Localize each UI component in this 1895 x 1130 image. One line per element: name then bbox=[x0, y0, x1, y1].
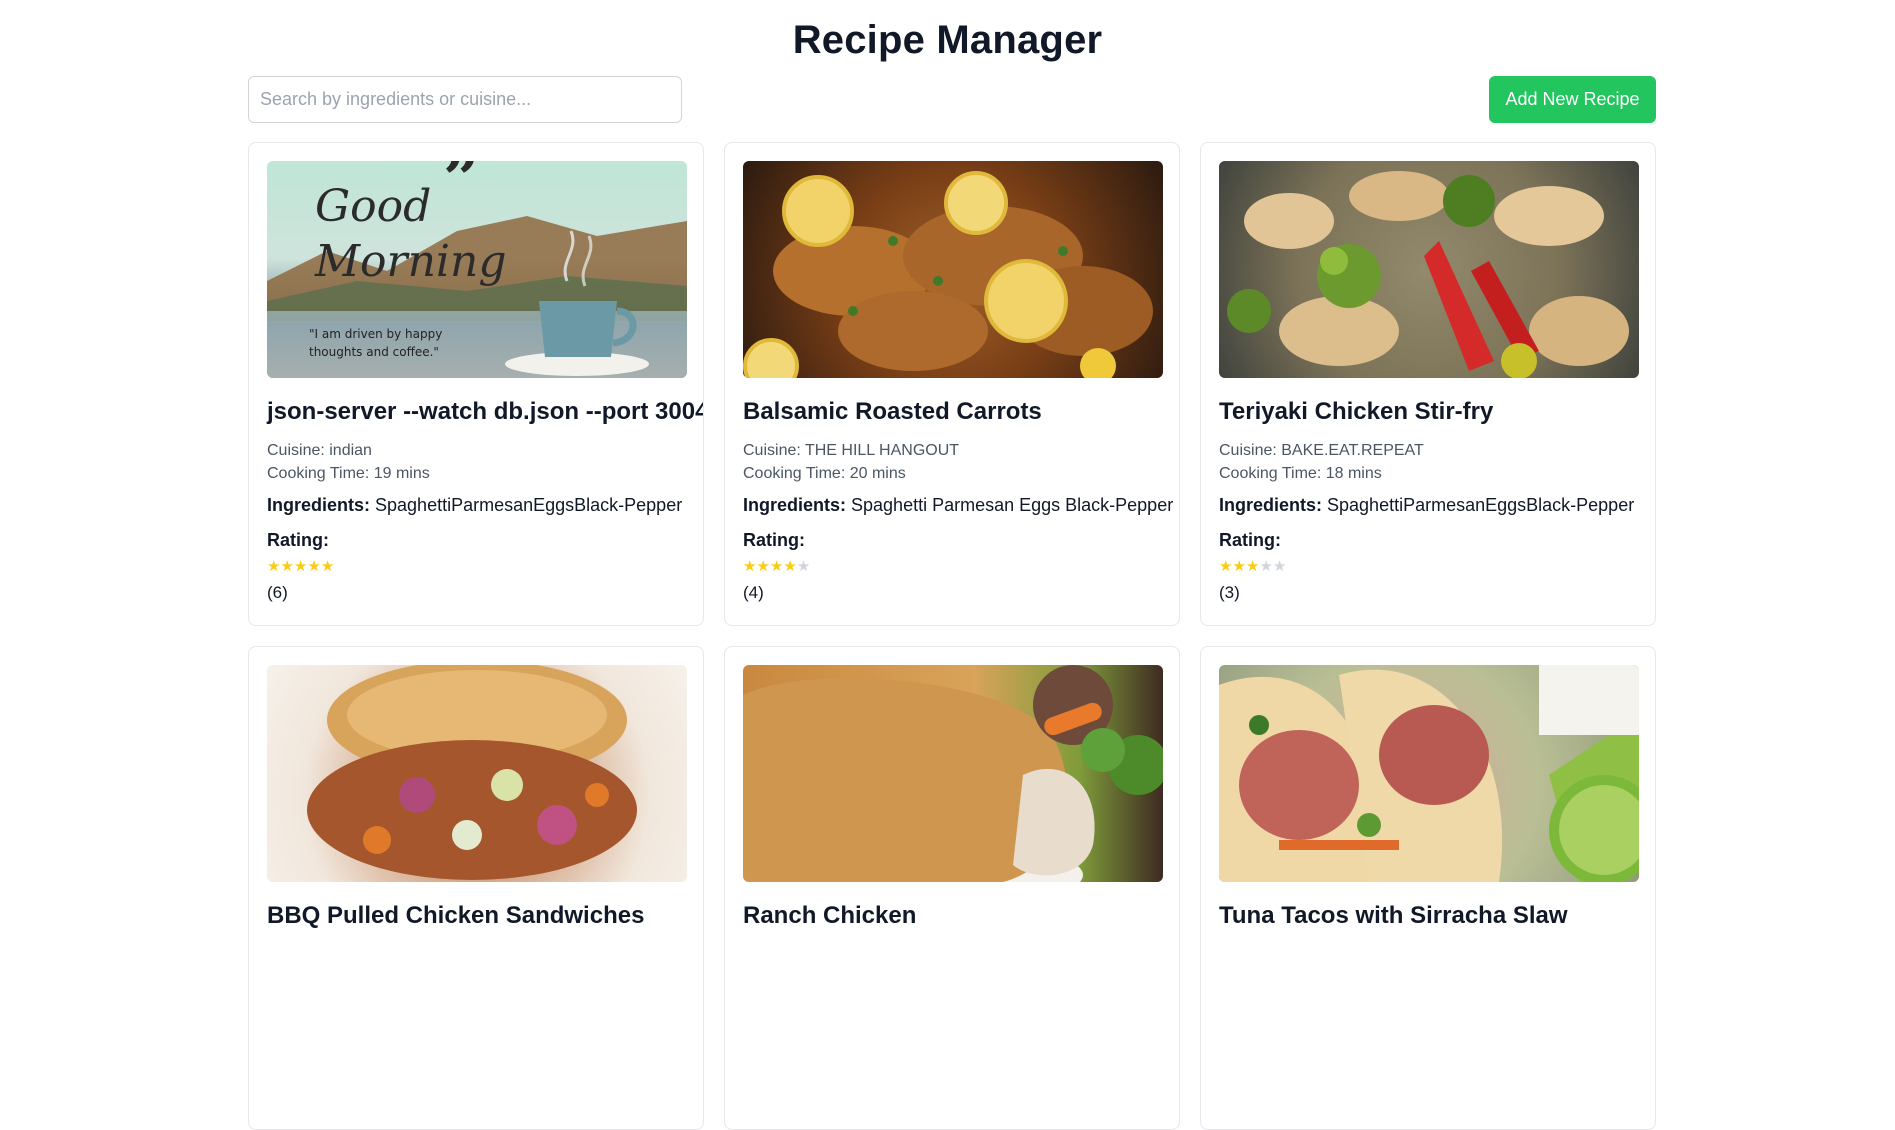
stir-fry-illustration bbox=[1219, 161, 1639, 378]
recipe-cuisine: Cuisine: indian bbox=[267, 442, 372, 459]
roasted-chicken-lemon-illustration bbox=[743, 171, 1153, 378]
star-icon[interactable]: ★ bbox=[743, 558, 756, 575]
recipe-title: BBQ Pulled Chicken Sandwiches bbox=[267, 902, 645, 929]
page-title: Recipe Manager bbox=[792, 18, 1103, 62]
star-icon[interactable]: ★ bbox=[280, 558, 293, 575]
recipe-cuisine: Cuisine: BAKE.EAT.REPEAT bbox=[1219, 442, 1424, 459]
recipe-card[interactable]: Tuna Tacos with Sirracha Slaw bbox=[1200, 646, 1656, 1130]
star-icon[interactable]: ★ bbox=[756, 558, 769, 575]
star-icon[interactable]: ★ bbox=[1259, 558, 1272, 575]
rating-label: Rating: bbox=[267, 530, 329, 550]
recipe-image bbox=[743, 161, 1163, 378]
star-icon[interactable]: ★ bbox=[770, 558, 783, 575]
star-icon[interactable]: ★ bbox=[307, 558, 320, 575]
tuna-tacos-illustration bbox=[1219, 665, 1639, 882]
recipe-meta: Cuisine: THE HILL HANGOUT Cooking Time: … bbox=[743, 439, 1161, 485]
recipe-cuisine: Cuisine: THE HILL HANGOUT bbox=[743, 442, 960, 459]
rating-label: Rating: bbox=[743, 530, 805, 550]
recipe-title: Balsamic Roasted Carrots bbox=[743, 398, 1042, 425]
recipe-ingredients: Ingredients: SpaghettiParmesanEggsBlack-… bbox=[267, 495, 685, 516]
star-icon[interactable]: ★ bbox=[797, 558, 810, 575]
ranch-chicken-illustration bbox=[743, 665, 1163, 882]
ingredients-value: SpaghettiParmesanEggsBlack-Pepper bbox=[370, 495, 683, 515]
recipe-card[interactable]: ” Good Morning "I am driven by happy tho… bbox=[248, 142, 704, 626]
recipe-card[interactable]: Teriyaki Chicken Stir-fry Cuisine: BAKE.… bbox=[1200, 142, 1656, 626]
recipe-ingredients: Ingredients: SpaghettiParmesanEggsBlack-… bbox=[1219, 495, 1637, 516]
ingredients-value: SpaghettiParmesanEggsBlack-Pepper bbox=[1322, 495, 1635, 515]
search-input[interactable] bbox=[248, 76, 682, 123]
ingredients-label: Ingredients: bbox=[267, 495, 371, 515]
bbq-sandwich-illustration bbox=[307, 665, 637, 880]
ingredients-value: Spaghetti Parmesan Eggs Black-Pepper bbox=[846, 495, 1174, 515]
recipe-card[interactable]: BBQ Pulled Chicken Sandwiches bbox=[248, 646, 704, 1130]
recipe-ingredients: Ingredients: Spaghetti Parmesan Eggs Bla… bbox=[743, 495, 1173, 516]
recipe-image bbox=[267, 665, 687, 882]
add-recipe-button[interactable]: Add New Recipe bbox=[1489, 76, 1656, 123]
recipe-meta: Cuisine: BAKE.EAT.REPEAT Cooking Time: 1… bbox=[1219, 439, 1637, 485]
recipe-meta: Cuisine: indian Cooking Time: 19 mins bbox=[267, 439, 685, 485]
good-morning-illustration: ” Good Morning "I am driven by happy tho… bbox=[267, 161, 687, 378]
star-rating[interactable]: ★★★★★ bbox=[1219, 557, 1637, 577]
recipe-title: Ranch Chicken bbox=[743, 902, 917, 929]
recipe-card[interactable]: Balsamic Roasted Carrots Cuisine: THE HI… bbox=[724, 142, 1180, 626]
star-icon[interactable]: ★ bbox=[1273, 558, 1286, 575]
rating-count: (4) bbox=[743, 583, 764, 602]
svg-text:”: ” bbox=[443, 161, 480, 217]
rating-count: (6) bbox=[267, 583, 288, 602]
star-icon[interactable]: ★ bbox=[783, 558, 796, 575]
star-icon[interactable]: ★ bbox=[1219, 558, 1232, 575]
star-rating[interactable]: ★★★★★ bbox=[267, 557, 685, 577]
star-icon[interactable]: ★ bbox=[1246, 558, 1259, 575]
image-quote-line1: "I am driven by happy bbox=[309, 327, 442, 341]
rating-label: Rating: bbox=[1219, 530, 1281, 550]
star-icon[interactable]: ★ bbox=[321, 558, 334, 575]
rating-count: (3) bbox=[1219, 583, 1240, 602]
image-text-morning: Morning bbox=[314, 236, 507, 287]
star-icon[interactable]: ★ bbox=[1232, 558, 1245, 575]
recipe-image bbox=[1219, 161, 1639, 378]
recipe-cooking-time: Cooking Time: 19 mins bbox=[267, 465, 430, 482]
recipe-image bbox=[743, 665, 1163, 882]
recipe-cooking-time: Cooking Time: 18 mins bbox=[1219, 465, 1382, 482]
image-text-good: Good bbox=[315, 181, 431, 232]
ingredients-label: Ingredients: bbox=[743, 495, 847, 515]
recipe-title: Tuna Tacos with Sirracha Slaw bbox=[1219, 902, 1568, 929]
star-rating[interactable]: ★★★★★ bbox=[743, 557, 1161, 577]
recipe-image bbox=[1219, 665, 1639, 882]
recipe-cooking-time: Cooking Time: 20 mins bbox=[743, 465, 906, 482]
recipe-title: Teriyaki Chicken Stir-fry bbox=[1219, 398, 1494, 425]
recipe-grid: ” Good Morning "I am driven by happy tho… bbox=[248, 142, 1656, 1130]
image-quote-line2: thoughts and coffee." bbox=[309, 345, 439, 359]
recipe-image: ” Good Morning "I am driven by happy tho… bbox=[267, 161, 687, 378]
recipe-title: json-server --watch db.json --port 3004 bbox=[267, 398, 704, 425]
star-icon[interactable]: ★ bbox=[294, 558, 307, 575]
star-icon[interactable]: ★ bbox=[267, 558, 280, 575]
ingredients-label: Ingredients: bbox=[1219, 495, 1323, 515]
recipe-card[interactable]: Ranch Chicken bbox=[724, 646, 1180, 1130]
